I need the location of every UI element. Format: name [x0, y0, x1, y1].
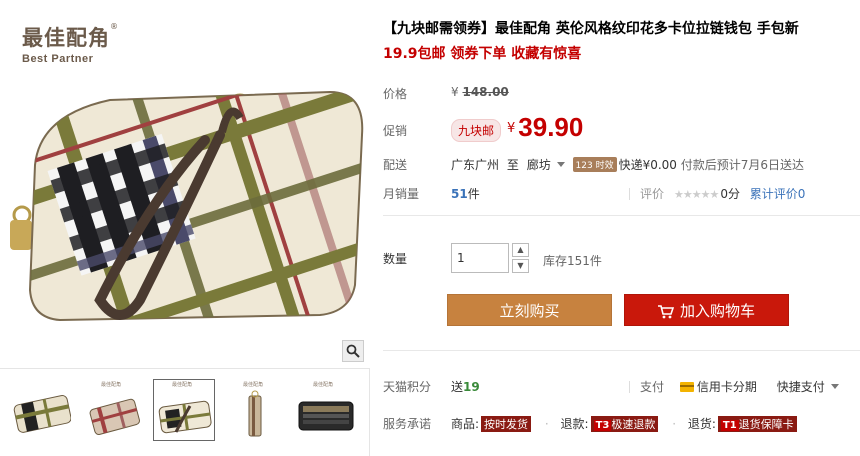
- thumbnail-1[interactable]: [10, 379, 72, 441]
- magnifier-icon: [346, 344, 360, 358]
- quantity-increase-button[interactable]: ▲: [512, 243, 529, 257]
- thumbnail-logo: 最佳配角: [172, 382, 193, 388]
- zoom-button[interactable]: [342, 340, 364, 362]
- express-fee: 快递¥0.00: [618, 158, 677, 172]
- sales-unit: 件: [467, 187, 480, 201]
- return-code: T1: [720, 420, 739, 431]
- thumbnail-2[interactable]: 最佳配角: [82, 379, 144, 441]
- thumbnail-4[interactable]: 最佳配角: [224, 379, 286, 441]
- current-price-value: 39.90: [518, 112, 584, 142]
- divider: [383, 215, 860, 216]
- divider: [383, 350, 860, 351]
- promo-label: 促销: [383, 124, 408, 138]
- points-prefix: 送: [451, 380, 464, 394]
- ship-to-select[interactable]: 廊坊: [527, 158, 565, 172]
- payment-options: 支付 信用卡分期 快捷支付: [629, 378, 839, 395]
- stock-count: 库存151件: [543, 254, 602, 268]
- original-price-value: 148.00: [462, 85, 509, 99]
- monthly-sales-label: 月销量: [383, 187, 420, 201]
- points-info: 送19: [451, 378, 480, 395]
- refund-prefix: 退款:: [560, 417, 589, 431]
- sales-count: 51: [451, 187, 468, 201]
- delivery-eta: 付款后预计7月6日送达: [680, 158, 805, 172]
- refund-tag: 极速退款: [611, 418, 656, 431]
- ship-from: 广东广州: [451, 158, 500, 172]
- product-info: 【九块邮需领券】最佳配角 英伦风格纹印花多卡位拉链钱包 手包新 19.9包邮 领…: [383, 0, 860, 456]
- rating-label: 评价: [640, 187, 665, 201]
- credit-installment-option[interactable]: 信用卡分期: [679, 380, 757, 394]
- add-to-cart-label: 加入购物车: [679, 302, 755, 320]
- wallet-illustration: [10, 90, 364, 322]
- monthly-sales: 51件: [451, 185, 480, 202]
- buy-now-button[interactable]: 立刻购买: [447, 294, 612, 326]
- points-value: 19: [463, 380, 480, 394]
- star-rating-icon: ★★★★★: [674, 188, 719, 201]
- delivery-label: 配送: [383, 158, 408, 172]
- thumbnail-strip: 最佳配角 最佳配角 最佳配角 最佳配角: [0, 368, 370, 456]
- thumbnail-logo: 最佳配角: [313, 382, 334, 388]
- quick-pay-label: 快捷支付: [776, 380, 825, 394]
- buy-now-label: 立刻购买: [499, 302, 560, 320]
- delivery-info: 广东广州 至 廊坊 123 时效 快递¥0.00 付款后预计7月6日送达: [451, 156, 804, 173]
- original-price: ¥ 148.00: [451, 85, 509, 99]
- product-subtitle: 19.9包邮 领券下单 收藏有惊喜: [383, 46, 582, 62]
- refund-code: T3: [593, 420, 612, 431]
- quantity-label: 数量: [383, 252, 408, 266]
- main-product-image[interactable]: 最佳配角® Best Partner: [0, 0, 370, 368]
- thumbnail-3[interactable]: 最佳配角: [153, 379, 215, 441]
- credit-card-icon: [679, 382, 694, 392]
- service-label: 服务承诺: [383, 417, 432, 431]
- delivery-time-badge: 123 时效: [572, 157, 617, 172]
- add-to-cart-button[interactable]: 加入购物车: [624, 294, 789, 326]
- return-guarantee-badge[interactable]: T1 退货保障卡: [717, 416, 797, 432]
- currency-symbol: ¥: [451, 85, 459, 99]
- thumbnail-logo: 最佳配角: [101, 382, 122, 388]
- currency-symbol: ¥: [507, 121, 516, 136]
- ship-to-word: 至: [506, 158, 519, 172]
- current-price: ¥39.90: [507, 112, 583, 143]
- return-prefix: 退货:: [687, 417, 716, 431]
- product-gallery: 最佳配角® Best Partner 最佳配角 最佳配角 最佳配角 最佳配角: [0, 0, 370, 456]
- chevron-down-icon: [830, 384, 839, 389]
- quantity-decrease-button[interactable]: ▼: [512, 259, 529, 273]
- on-time-shipping-badge[interactable]: 按时发货: [481, 416, 532, 432]
- points-label: 天猫积分: [383, 380, 432, 394]
- thumbnail-logo: 最佳配角: [243, 382, 264, 388]
- return-tag: 退货保障卡: [738, 418, 794, 431]
- product-title: 【九块邮需领券】最佳配角 英伦风格纹印花多卡位拉链钱包 手包新: [383, 21, 799, 37]
- fast-refund-badge[interactable]: T3 极速退款: [590, 416, 659, 432]
- ship-to-city: 廊坊: [526, 158, 551, 172]
- credit-installment-label: 信用卡分期: [696, 380, 757, 394]
- service-promises: 商品: 按时发货 · 退款: T3 极速退款 · 退货: T1 退货保障卡: [451, 415, 799, 432]
- chevron-down-icon: [556, 162, 565, 167]
- goods-prefix: 商品:: [451, 417, 480, 431]
- promo-badge: 九块邮: [451, 119, 502, 142]
- thumbnail-5[interactable]: 最佳配角: [294, 379, 356, 441]
- rating-score: 0分: [720, 187, 740, 201]
- payment-label: 支付: [640, 380, 665, 394]
- quick-pay-dropdown[interactable]: 快捷支付: [777, 380, 839, 394]
- quantity-input[interactable]: [451, 243, 509, 273]
- reviews-link[interactable]: 累计评价0: [750, 187, 806, 201]
- price-label: 价格: [383, 87, 408, 101]
- cart-icon: [657, 305, 674, 319]
- rating-summary: 评价 ★★★★★ 0分 累计评价0: [629, 185, 805, 202]
